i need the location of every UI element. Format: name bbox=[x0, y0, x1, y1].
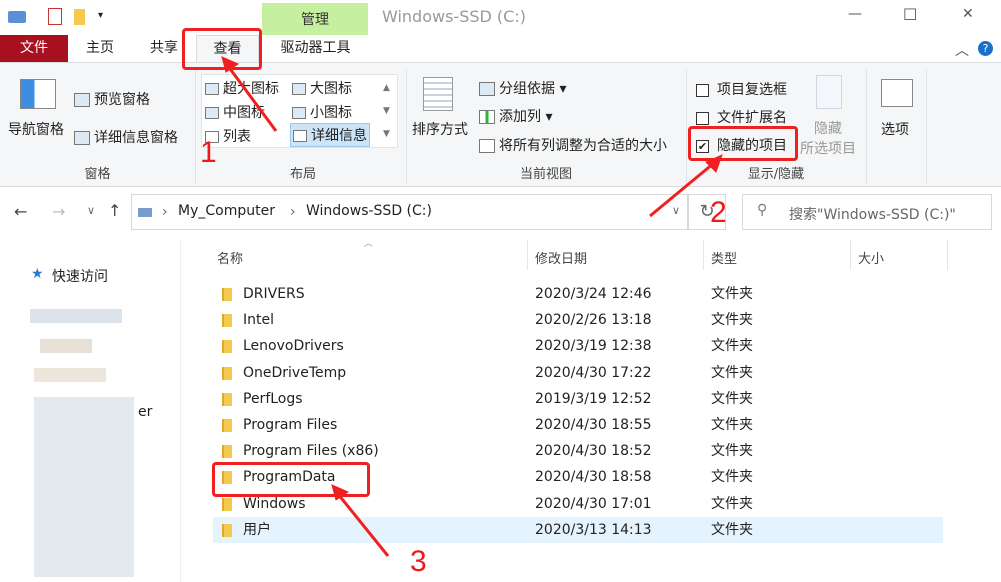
arrow-2 bbox=[649, 161, 715, 218]
annotation-number-3: 3 bbox=[410, 545, 427, 578]
annotation-arrows bbox=[221, 56, 723, 557]
annotation-number-1: 1 bbox=[200, 136, 217, 169]
arrow-3-head bbox=[331, 484, 350, 501]
arrow-1 bbox=[226, 65, 278, 132]
arrow-1-head bbox=[221, 56, 240, 73]
annotation-number-2: 2 bbox=[710, 196, 727, 229]
arrow-3 bbox=[336, 493, 390, 557]
